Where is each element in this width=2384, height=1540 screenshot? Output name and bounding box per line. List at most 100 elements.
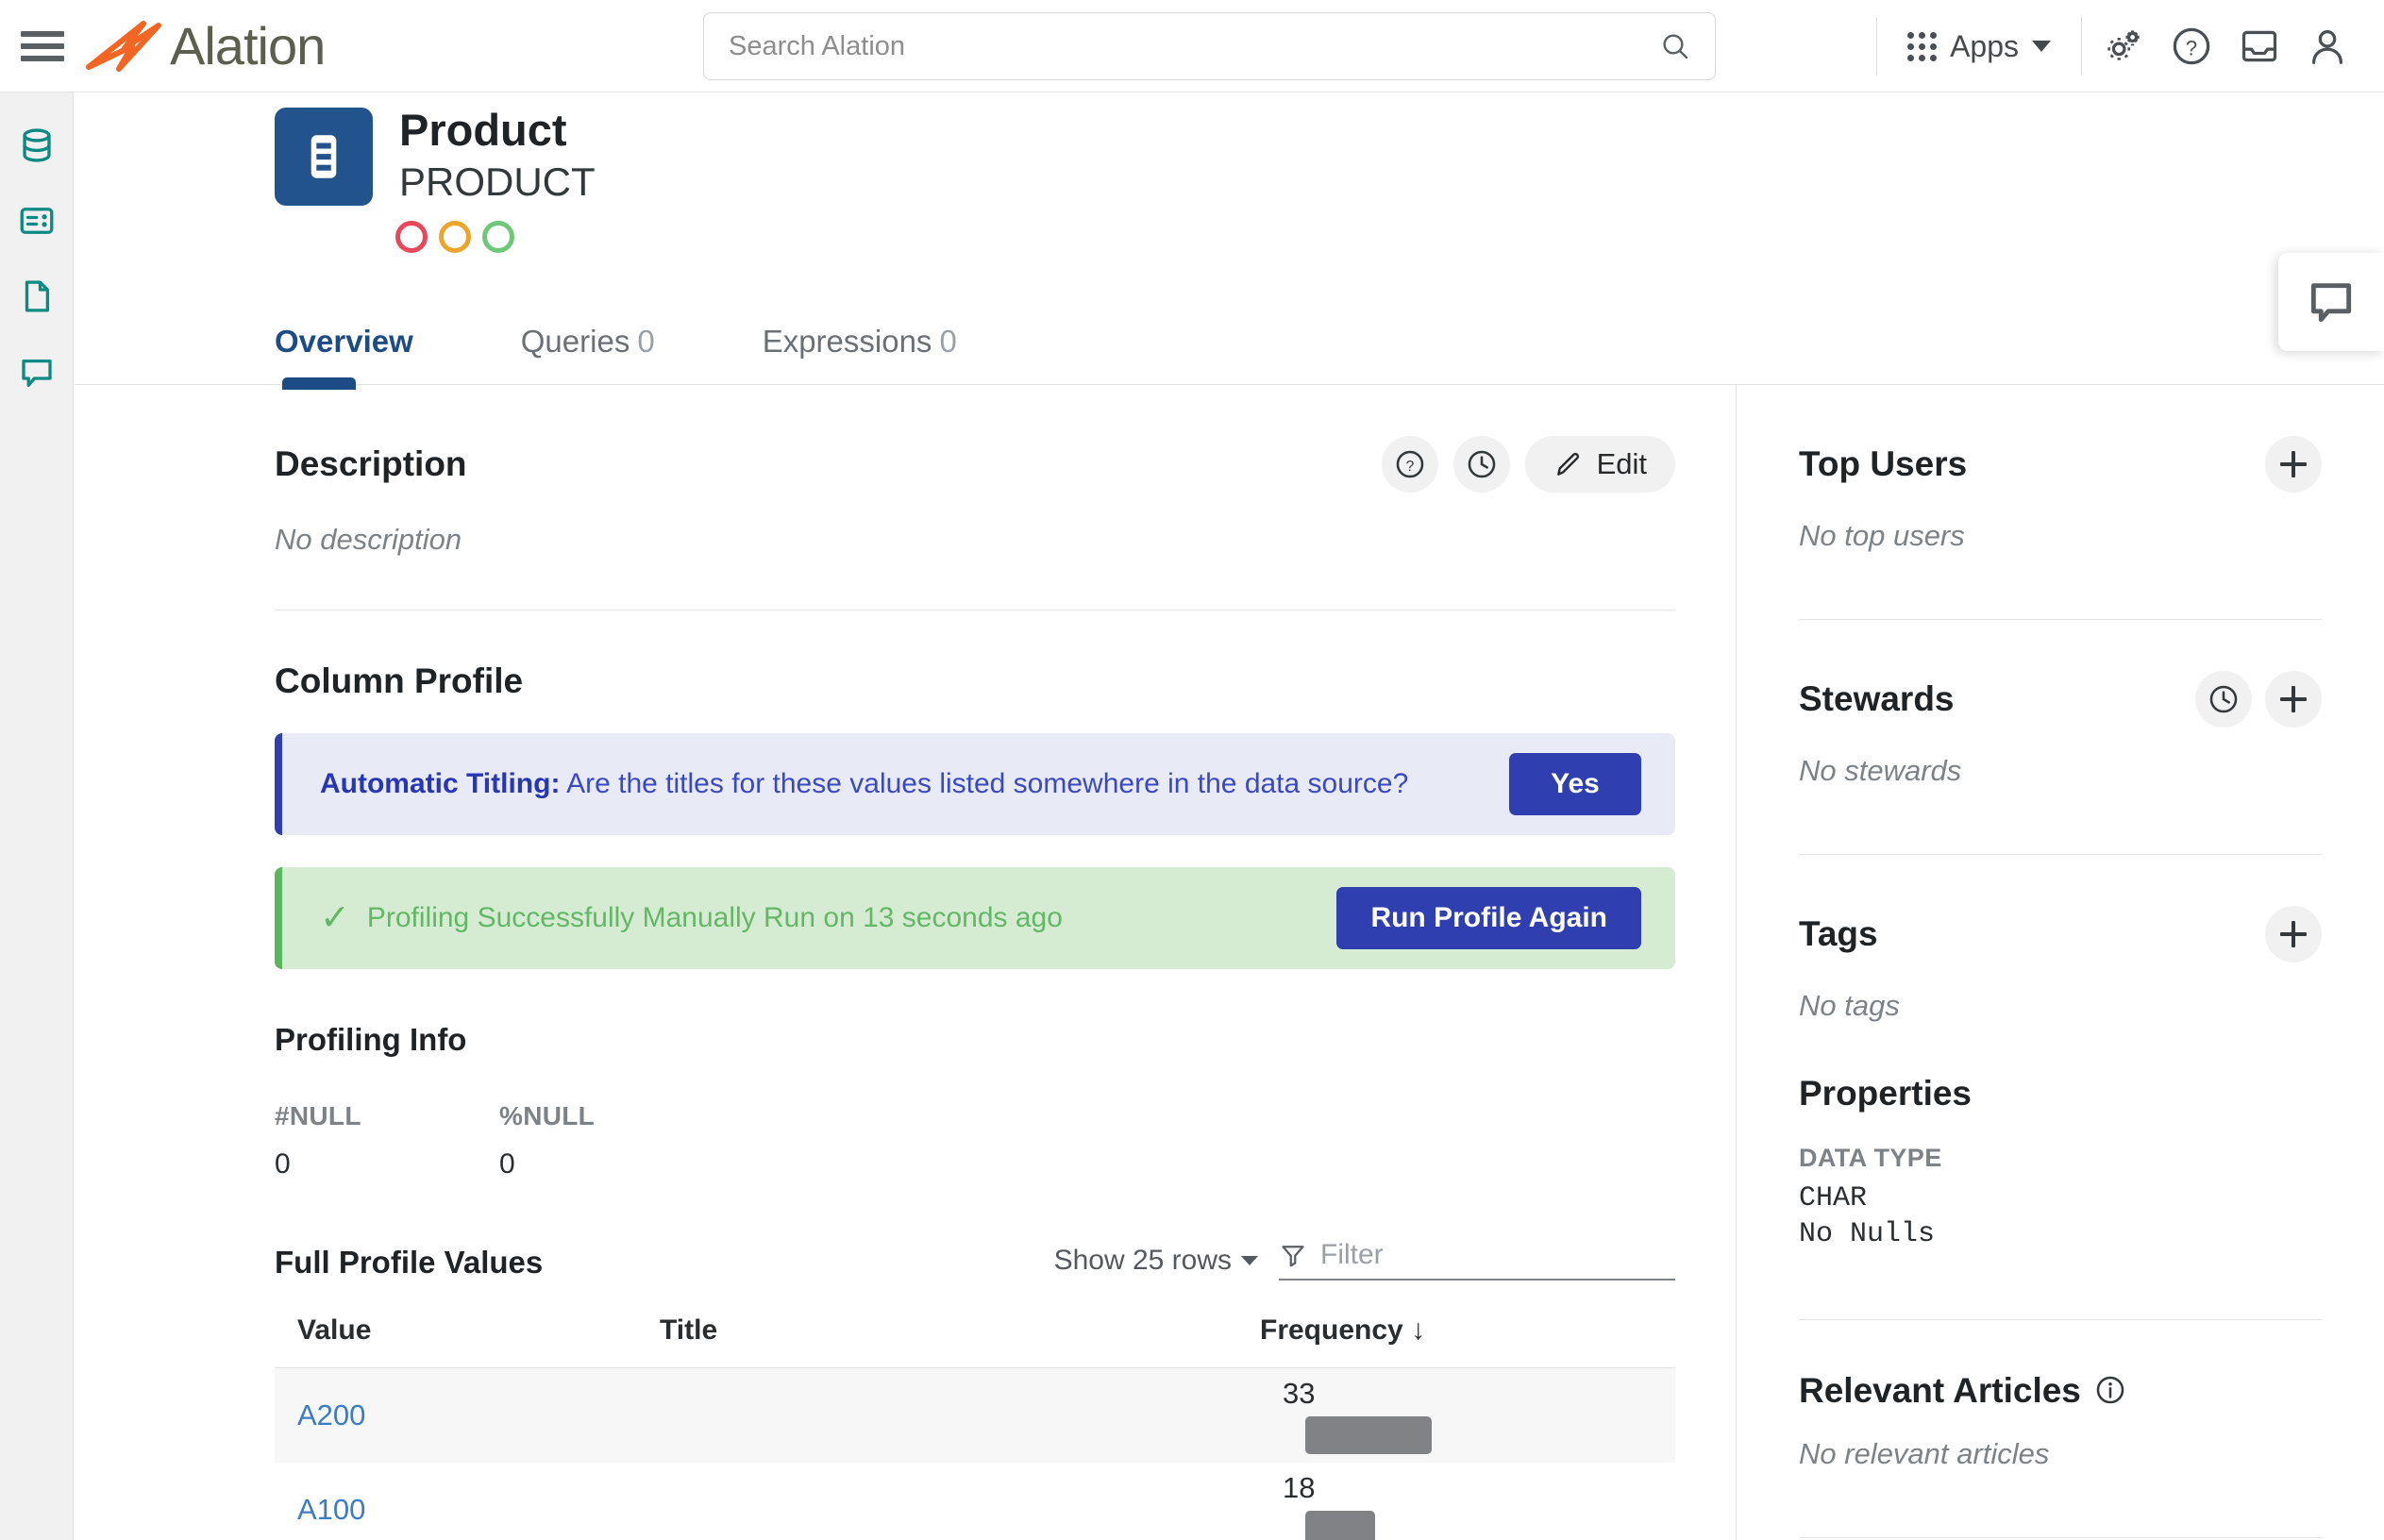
profiling-status-text: ✓ Profiling Successfully Manually Run on… [320, 900, 1336, 936]
top-bar-right: Apps ? [1869, 0, 2384, 92]
chat-widget-button[interactable] [2278, 253, 2384, 351]
add-steward-button[interactable] [2265, 671, 2322, 728]
column-profile-header: Column Profile [275, 661, 1675, 701]
profiling-status-message: Profiling Successfully Manually Run on 1… [366, 902, 1063, 933]
apps-menu-button[interactable]: Apps [1885, 29, 2073, 64]
frequency-value: 18 [1283, 1470, 1316, 1504]
warning-endorsement-dot[interactable] [395, 221, 428, 253]
value-link[interactable]: A200 [297, 1398, 365, 1431]
edit-label: Edit [1596, 447, 1647, 480]
sidebar-item-documents[interactable] [10, 270, 63, 323]
alation-logo-mark [86, 20, 161, 72]
table-row[interactable]: A100 18 [275, 1463, 1675, 1540]
stewards-header: Stewards [1799, 671, 2322, 728]
profiling-info-title: Profiling Info [275, 1022, 467, 1057]
table-controls: Show 25 rows [1054, 1239, 1685, 1281]
filter-input[interactable] [1320, 1239, 1685, 1271]
endorsed-dot[interactable] [482, 221, 514, 253]
divider [1799, 619, 2322, 620]
tab-queries-label: Queries [520, 324, 630, 359]
tab-queries-count: 0 [637, 324, 655, 359]
tab-overview-label: Overview [275, 324, 413, 359]
stewards-actions [2195, 671, 2322, 728]
sidebar-item-data-sources[interactable] [10, 119, 63, 172]
filter-field[interactable] [1279, 1239, 1685, 1281]
description-help-button[interactable]: ? [1381, 436, 1438, 493]
description-empty-text: No description [275, 523, 462, 556]
stat-null-count: #NULL 0 [275, 1101, 499, 1180]
run-profile-again-button[interactable]: Run Profile Again [1336, 887, 1641, 949]
automatic-titling-text: Automatic Titling: Are the titles for th… [320, 768, 1509, 800]
automatic-titling-yes-button[interactable]: Yes [1509, 753, 1641, 815]
settings-button[interactable] [2090, 12, 2157, 80]
table-body: A200 33 A100 18 [275, 1367, 1675, 1540]
pencil-icon [1556, 452, 1579, 476]
frequency-value: 33 [1283, 1376, 1316, 1410]
tags-empty: No tags [1799, 989, 1900, 1022]
question-circle-icon: ? [2173, 27, 2210, 65]
left-icon-rail [0, 92, 74, 1540]
profiling-stats: #NULL 0 %NULL 0 [275, 1101, 1675, 1180]
tab-expressions-label: Expressions [762, 324, 932, 359]
tab-overview[interactable]: Overview [275, 324, 457, 390]
relevant-articles-title: Relevant Articles [1799, 1371, 2126, 1411]
column-header-frequency-label: Frequency [1260, 1314, 1403, 1346]
question-circle-icon: ? [1396, 450, 1423, 478]
table-row[interactable]: A200 33 [275, 1367, 1675, 1463]
data-type-value: CHAR No Nulls [1799, 1182, 1936, 1251]
info-circle-icon[interactable] [2094, 1374, 2126, 1406]
add-tag-button[interactable] [2265, 906, 2322, 962]
divider [1799, 1318, 2322, 1320]
value-link[interactable]: A100 [297, 1493, 365, 1526]
add-top-user-button[interactable] [2265, 436, 2322, 493]
conversation-icon [21, 359, 52, 388]
object-header: Product PRODUCT [75, 92, 2384, 253]
svg-text:?: ? [2186, 37, 2197, 60]
tab-expressions[interactable]: Expressions 0 [763, 324, 1000, 384]
divider [2081, 17, 2082, 75]
stat-label: #NULL [275, 1101, 361, 1130]
cell-title [637, 1368, 1260, 1463]
cell-title [637, 1463, 1260, 1540]
menu-hamburger-icon[interactable] [21, 27, 64, 65]
top-users-empty: No top users [1799, 519, 1965, 552]
description-history-button[interactable] [1452, 436, 1510, 493]
relevant-articles-label: Relevant Articles [1799, 1370, 2081, 1410]
profiling-status-banner: ✓ Profiling Successfully Manually Run on… [275, 867, 1675, 969]
sidebar-item-articles[interactable] [10, 194, 63, 247]
inbox-button[interactable] [2225, 12, 2293, 80]
edit-description-button[interactable]: Edit [1524, 436, 1675, 493]
table-header-row: Value Title Frequency ↓ [275, 1303, 1675, 1368]
main-column: Description ? Edit No description Column… [75, 385, 1736, 1540]
search-input[interactable] [729, 30, 1660, 62]
clock-icon [1468, 450, 1495, 478]
chevron-down-icon [2032, 41, 2051, 52]
divider [275, 610, 1675, 611]
right-sidebar: Top Users No top users Stewards No stewa… [1737, 385, 2384, 1540]
alation-logo[interactable]: Alation [85, 15, 326, 76]
sidebar-item-conversations[interactable] [10, 345, 63, 398]
user-profile-button[interactable] [2293, 12, 2361, 80]
caution-endorsement-dot[interactable] [439, 221, 471, 253]
search-icon[interactable] [1660, 31, 1690, 61]
cell-value: A200 [275, 1368, 637, 1463]
chevron-down-icon [1241, 1256, 1258, 1265]
column-header-frequency[interactable]: Frequency ↓ [1260, 1303, 1675, 1368]
tab-queries[interactable]: Queries 0 [521, 324, 698, 384]
frequency-bar [1305, 1415, 1432, 1454]
column-header-title[interactable]: Title [637, 1303, 1260, 1368]
properties-title: Properties [1799, 1074, 1973, 1113]
check-icon: ✓ [320, 898, 350, 938]
tags-header: Tags [1799, 906, 2322, 962]
alation-logo-text: Alation [170, 16, 326, 75]
automatic-titling-question: Are the titles for these values listed s… [560, 768, 1409, 799]
help-button[interactable]: ? [2157, 12, 2225, 80]
global-search[interactable] [703, 12, 1716, 80]
column-header-value[interactable]: Value [275, 1303, 637, 1368]
show-rows-label: Show 25 rows [1053, 1245, 1232, 1276]
description-actions: ? Edit [1381, 436, 1675, 493]
stewards-history-button[interactable] [2195, 671, 2252, 728]
frequency-bar [1305, 1510, 1375, 1540]
show-rows-selector[interactable]: Show 25 rows [1054, 1245, 1258, 1281]
cell-frequency: 18 [1260, 1463, 1675, 1540]
